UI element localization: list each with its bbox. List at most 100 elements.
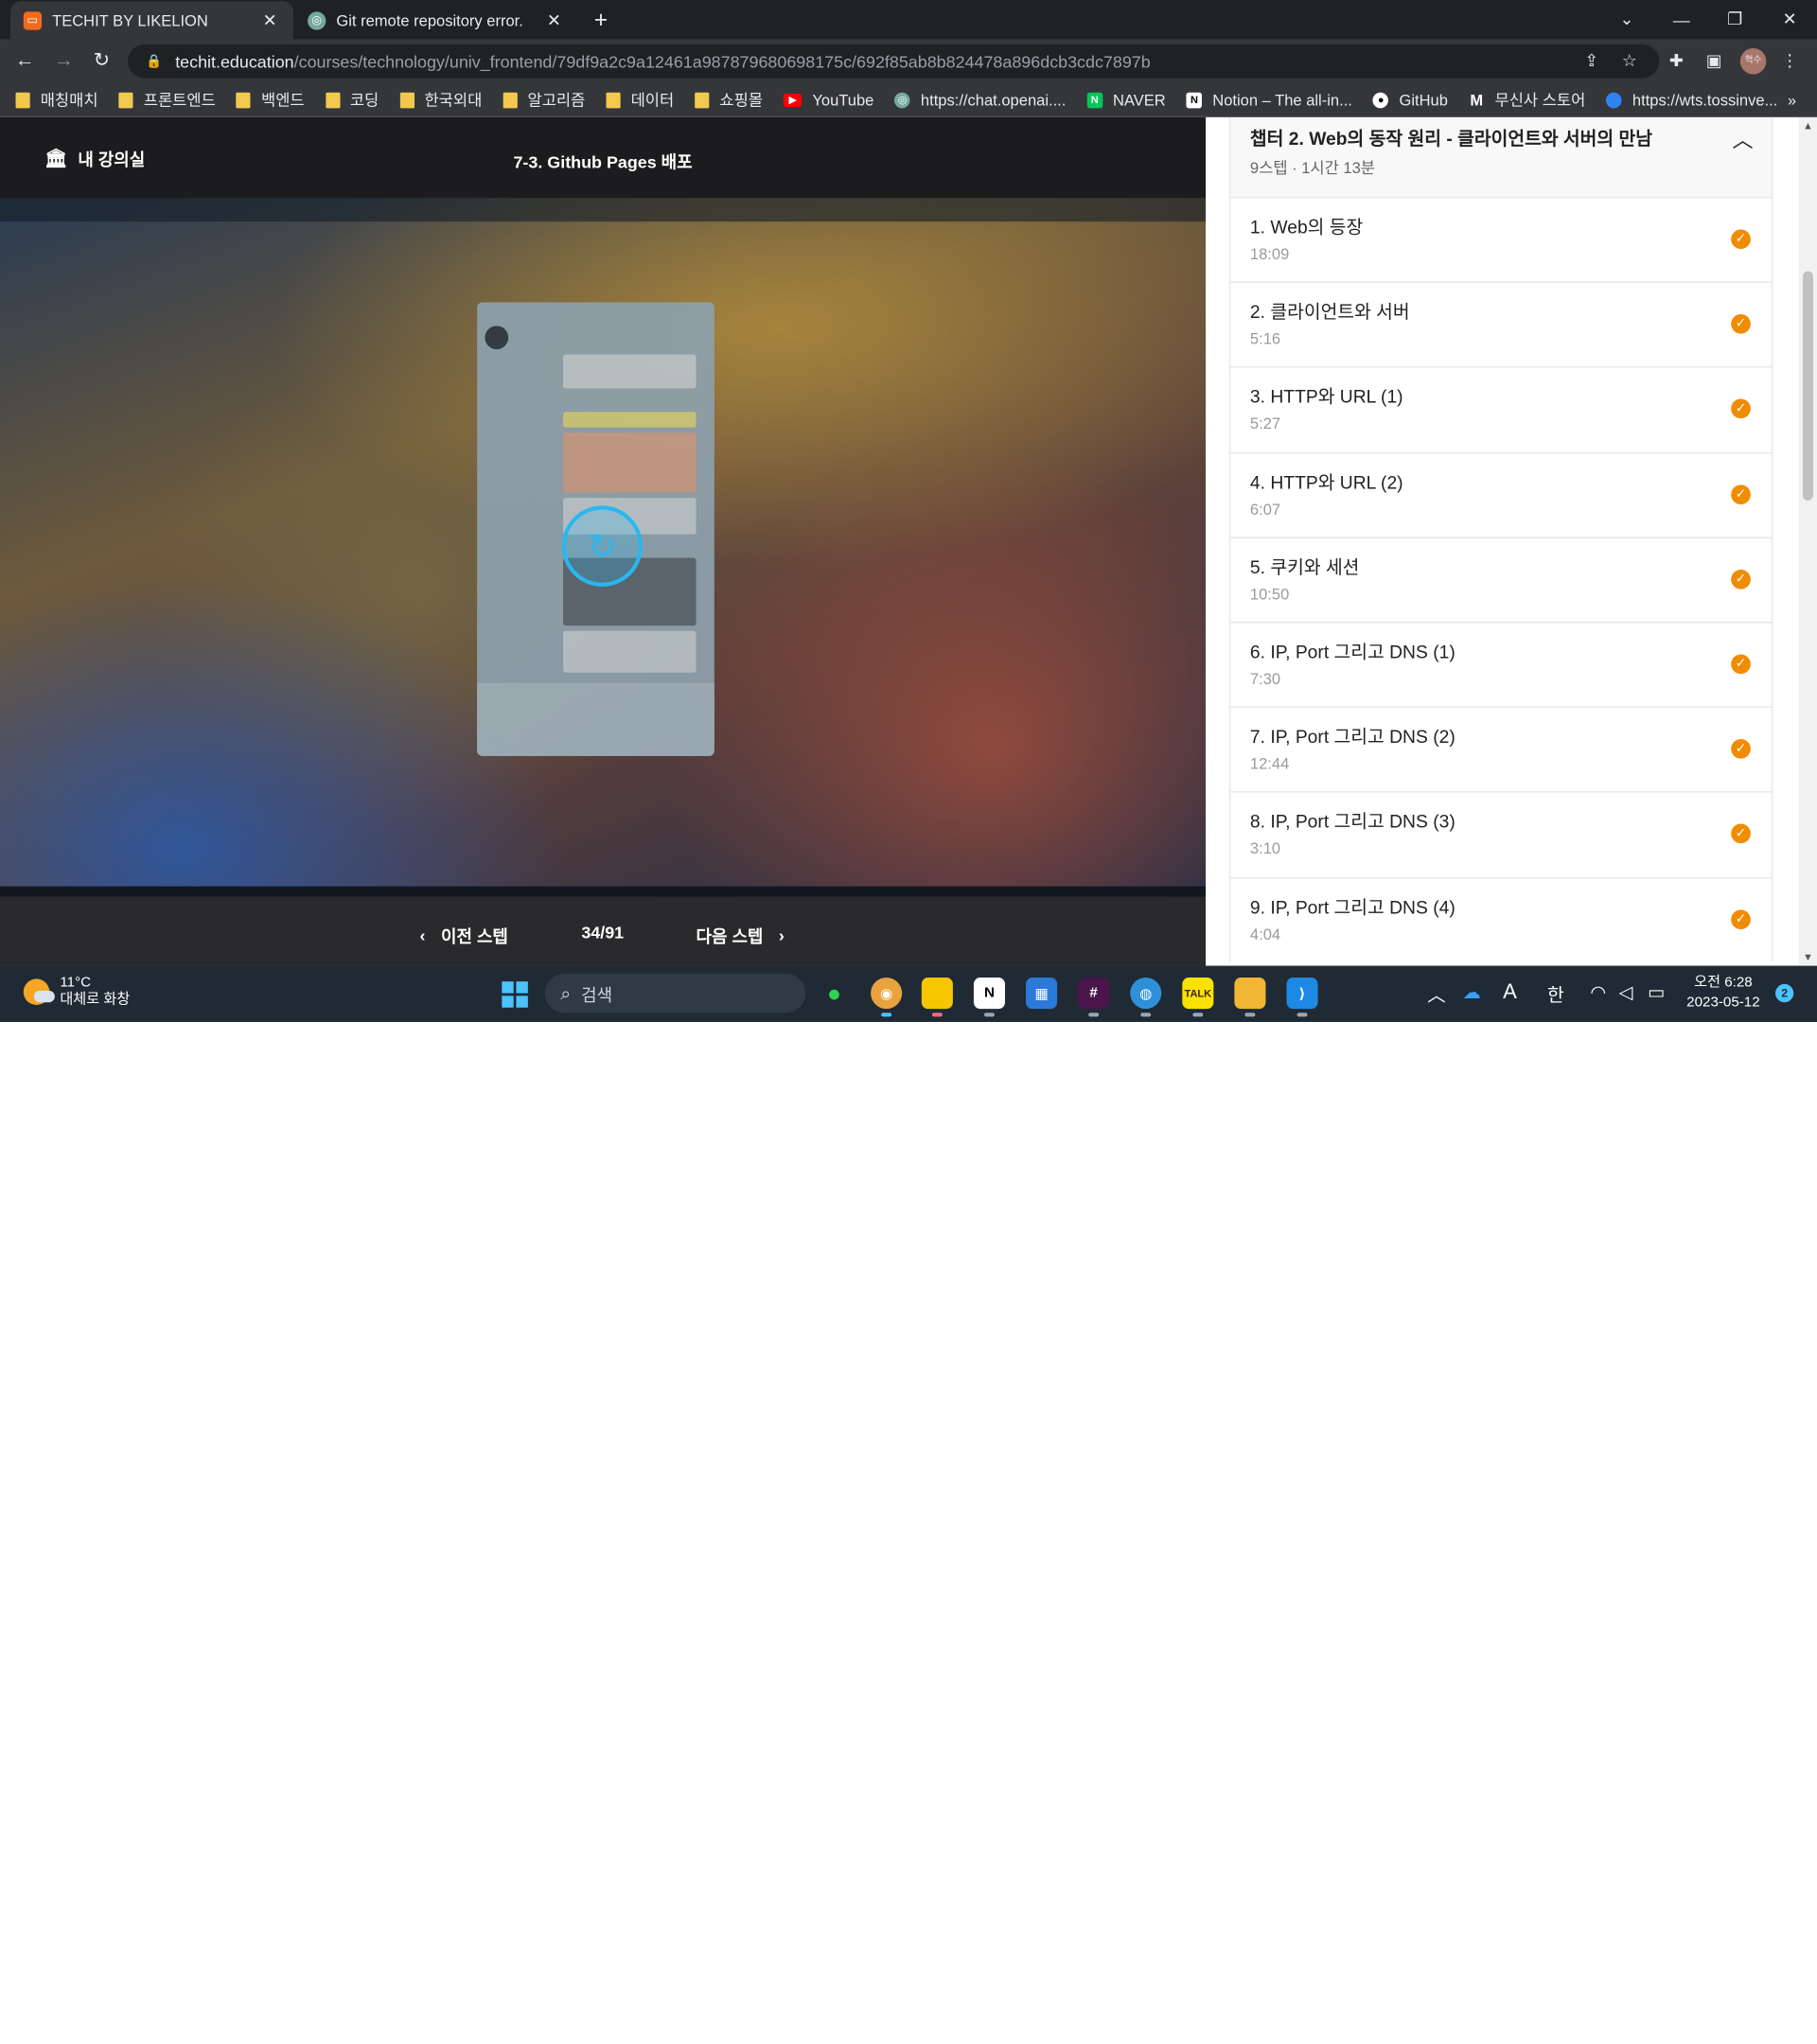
step-counter: 34/91 — [581, 923, 625, 943]
bookmark-item[interactable]: ● GitHub — [1372, 91, 1448, 109]
scroll-up-arrow-icon[interactable]: ▲ — [1799, 120, 1817, 132]
ime-mode-han[interactable]: 한 — [1547, 981, 1564, 1008]
sticky-notes-icon[interactable] — [921, 978, 953, 1017]
video-frame[interactable]: ↻ — [0, 198, 1207, 897]
lesson-item[interactable]: 8. IP, Port 그리고 DNS (3) 3:10 ✓ — [1228, 791, 1773, 877]
prev-step-button[interactable]: ‹ 이전 스텝 — [420, 923, 508, 947]
bookmark-label: 쇼핑몰 — [719, 91, 764, 110]
bookmark-label: 무신사 스토어 — [1494, 91, 1586, 110]
bookmark-item[interactable]: https://wts.tossinve... — [1606, 91, 1777, 109]
close-window-button[interactable]: ✕ — [1762, 0, 1817, 39]
close-icon[interactable]: ✕ — [543, 9, 564, 30]
lesson-item[interactable]: 5. 쿠키와 세션 10:50 ✓ — [1228, 537, 1773, 622]
calendar-icon[interactable]: ▦ — [1026, 978, 1058, 1010]
minimize-button[interactable]: — — [1654, 0, 1709, 39]
taskbar-clock[interactable]: 오전 6:28 2023-05-12 — [1682, 974, 1765, 1013]
partly-sunny-icon — [23, 978, 55, 1005]
lesson-name: 2. 클라이언트와 서버 — [1249, 301, 1410, 323]
lesson-item[interactable]: 9. IP, Port 그리고 DNS (4) 4:04 ✓ — [1228, 876, 1773, 962]
lesson-item[interactable]: 6. IP, Port 그리고 DNS (1) 7:30 ✓ — [1228, 621, 1773, 707]
lesson-item[interactable]: 4. HTTP와 URL (2) 6:07 ✓ — [1228, 451, 1773, 537]
chevron-up-icon[interactable]: ︿ — [1733, 122, 1754, 153]
lesson-item[interactable]: 2. 클라이언트와 서버 5:16 ✓ — [1228, 281, 1773, 367]
restore-button[interactable]: ❐ — [1707, 0, 1762, 39]
sound-app-icon[interactable]: ● — [819, 978, 850, 1009]
bookmark-item[interactable]: 코딩 — [325, 89, 379, 111]
profile-avatar[interactable]: 혁수 — [1739, 47, 1767, 75]
search-icon: ⌕ — [560, 981, 572, 1003]
globe-app-icon[interactable]: ◍ — [1130, 978, 1162, 1017]
battery-icon[interactable]: ▭ — [1648, 981, 1665, 1003]
file-explorer-icon[interactable] — [1234, 978, 1266, 1017]
weather-text: 11°C 대체로 화창 — [60, 975, 130, 1009]
bookmark-item[interactable]: 프론트엔드 — [118, 89, 216, 111]
forward-button[interactable]: → — [49, 47, 78, 76]
lesson-name: 9. IP, Port 그리고 DNS (4) — [1249, 895, 1455, 918]
lesson-title: 7-3. Github Pages 배포 — [513, 152, 693, 172]
tab-title: Git remote repository error. — [336, 10, 523, 29]
lesson-duration: 7:30 — [1249, 669, 1281, 689]
check-circle-icon: ✓ — [1731, 399, 1751, 419]
chat-message — [563, 412, 697, 428]
onedrive-icon[interactable]: ☁ — [1462, 981, 1480, 1003]
bookmark-label: https://wts.tossinve... — [1632, 90, 1778, 110]
close-icon[interactable]: ✕ — [259, 9, 280, 30]
replay-icon[interactable]: ↻ — [561, 505, 644, 587]
bookmark-item[interactable]: N Notion – The all-in... — [1186, 91, 1352, 109]
bookmark-item[interactable]: 쇼핑몰 — [695, 89, 763, 111]
address-bar[interactable]: 🔒 techit.education/courses/technology/un… — [127, 44, 1660, 79]
menu-kebab-icon[interactable]: ⋮ — [1778, 49, 1802, 73]
notion-icon[interactable]: N — [973, 978, 1005, 1017]
tab-chatgpt[interactable]: ◎ Git remote repository error. ✕ — [294, 1, 577, 39]
kakaotalk-icon[interactable]: TALK — [1182, 978, 1214, 1017]
chapter-header[interactable]: 챕터 2. Web의 동작 원리 - 클라이언트와 서버의 만남 9스텝 · 1… — [1228, 116, 1773, 197]
bookmarks-overflow-button[interactable]: » — [1788, 91, 1796, 109]
check-circle-icon: ✓ — [1731, 823, 1751, 844]
bookmark-item[interactable]: ◎ https://chat.openai.... — [894, 91, 1066, 109]
bookmark-star-icon[interactable]: ☆ — [1617, 49, 1641, 73]
share-icon[interactable]: ⇪ — [1579, 49, 1603, 73]
taskbar-search[interactable]: ⌕ 검색 — [544, 973, 806, 1013]
new-tab-button[interactable]: + — [587, 6, 615, 34]
bookmark-item[interactable]: 한국외대 — [399, 89, 482, 111]
bookmark-item[interactable]: N NAVER — [1086, 91, 1166, 109]
back-button[interactable]: ← — [10, 47, 39, 76]
windows-start-icon[interactable] — [502, 981, 528, 1008]
vscode-icon[interactable]: ⟩ — [1286, 978, 1318, 1017]
profile-label: 혁수 — [1744, 56, 1762, 65]
naver-icon: N — [1086, 92, 1103, 108]
weather-widget[interactable]: 11°C 대체로 화창 — [23, 975, 130, 1009]
next-step-button[interactable]: 다음 스텝 › — [697, 923, 785, 947]
toss-icon — [1606, 92, 1622, 108]
ime-mode-a[interactable]: A — [1503, 981, 1517, 1005]
lesson-item[interactable]: 1. Web의 등장 18:09 ✓ — [1228, 196, 1773, 282]
chrome-icon[interactable]: ◉ — [871, 978, 903, 1017]
notification-badge[interactable]: 2 — [1775, 983, 1794, 1003]
bookmark-item[interactable]: 백엔드 — [236, 89, 305, 111]
lesson-name: 8. IP, Port 그리고 DNS (3) — [1249, 811, 1455, 833]
lesson-duration: 3:10 — [1249, 839, 1281, 858]
lesson-item[interactable]: 7. IP, Port 그리고 DNS (2) 12:44 ✓ — [1228, 706, 1773, 792]
scrollbar-thumb[interactable] — [1802, 271, 1813, 501]
reload-button[interactable]: ↻ — [87, 47, 115, 76]
chapter-meta: 9스텝 · 1시간 13분 — [1249, 159, 1376, 178]
wifi-icon[interactable]: ◠ — [1590, 981, 1606, 1003]
side-panel-icon[interactable]: ▣ — [1702, 49, 1726, 73]
chevron-right-icon: › — [778, 925, 785, 945]
bookmark-item[interactable]: 매칭매치 — [15, 89, 98, 111]
extensions-icon[interactable]: ✚ — [1665, 49, 1688, 73]
bookmark-item[interactable]: ▶ YouTube — [784, 91, 873, 109]
tab-search-chevron-icon[interactable]: ⌄ — [1599, 0, 1654, 39]
scroll-down-arrow-icon[interactable]: ▼ — [1799, 952, 1817, 963]
lesson-item[interactable]: 3. HTTP와 URL (1) 5:27 ✓ — [1228, 366, 1773, 452]
musinsa-icon: M — [1470, 90, 1484, 110]
volume-icon[interactable]: ◁ — [1619, 981, 1633, 1003]
tab-techit[interactable]: ▭ TECHIT BY LIKELION ✕ — [10, 1, 293, 40]
bookmark-item[interactable]: 알고리즘 — [503, 89, 585, 111]
bookmark-item[interactable]: M 무신사 스토어 — [1469, 89, 1585, 111]
slack-icon[interactable]: # — [1078, 978, 1110, 1017]
chevron-up-icon[interactable]: ︿ — [1427, 981, 1445, 1008]
sidebar-scrollbar[interactable]: ▲ ▼ — [1798, 116, 1817, 966]
bookmark-item[interactable]: 데이터 — [606, 89, 674, 111]
screen: ▭ TECHIT BY LIKELION ✕ ◎ Git remote repo… — [0, 0, 1817, 1022]
